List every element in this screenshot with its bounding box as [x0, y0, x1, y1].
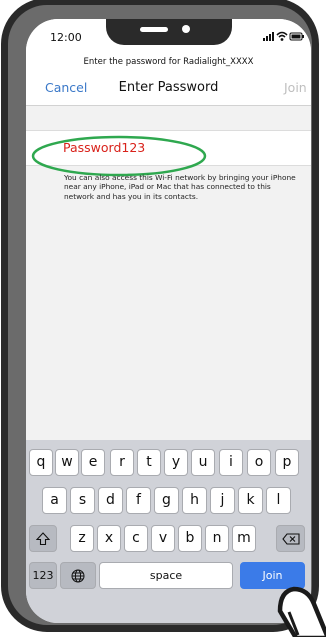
pointing-finger-icon	[277, 586, 326, 637]
phone-screen: 12:00 Enter the password for Radialight_…	[26, 19, 311, 623]
backspace-icon	[281, 533, 300, 545]
key-p[interactable]: p	[275, 449, 299, 476]
wifi-icon	[276, 31, 288, 41]
space-key[interactable]: space	[99, 562, 233, 589]
key-m[interactable]: m	[232, 525, 256, 552]
key-h[interactable]: h	[182, 487, 207, 514]
shift-arrow-icon	[35, 532, 51, 546]
key-e[interactable]: e	[81, 449, 105, 476]
key-g[interactable]: g	[154, 487, 179, 514]
numbers-key[interactable]: 123	[29, 562, 57, 589]
key-k[interactable]: k	[238, 487, 263, 514]
page-title: Enter Password	[118, 80, 219, 95]
help-text: You can also access this Wi-Fi network b…	[64, 173, 296, 201]
key-j[interactable]: j	[210, 487, 235, 514]
status-time: 12:00	[50, 31, 82, 44]
camera	[182, 25, 190, 33]
globe-key[interactable]	[60, 562, 96, 589]
key-n[interactable]: n	[205, 525, 229, 552]
battery-icon	[289, 32, 304, 41]
password-field[interactable]: Password123	[26, 130, 311, 166]
key-f[interactable]: f	[126, 487, 151, 514]
key-d[interactable]: d	[98, 487, 123, 514]
delete-key[interactable]	[276, 525, 305, 552]
network-prompt: Enter the password for Radialight_XXXX	[83, 57, 254, 67]
navigation-bar: Cancel Enter Password Join	[26, 78, 311, 100]
notch	[106, 19, 232, 45]
key-b[interactable]: b	[178, 525, 202, 552]
join-button[interactable]: Join	[284, 80, 307, 95]
cellular-signal-icon	[263, 32, 274, 41]
status-icons	[263, 31, 304, 41]
key-x[interactable]: x	[97, 525, 121, 552]
key-v[interactable]: v	[151, 525, 175, 552]
key-s[interactable]: s	[70, 487, 95, 514]
shift-key[interactable]	[29, 525, 57, 552]
key-i[interactable]: i	[219, 449, 243, 476]
password-value[interactable]: Password123	[63, 140, 145, 155]
key-a[interactable]: a	[42, 487, 67, 514]
header-divider	[26, 105, 311, 106]
key-q[interactable]: q	[29, 449, 53, 476]
keyboard: q w e r t y u i o p a s d f g h j k l z	[26, 440, 311, 623]
key-l[interactable]: l	[266, 487, 291, 514]
key-w[interactable]: w	[55, 449, 79, 476]
key-t[interactable]: t	[137, 449, 161, 476]
header-area: 12:00 Enter the password for Radialight_…	[26, 19, 311, 105]
speaker	[140, 27, 168, 32]
key-z[interactable]: z	[70, 525, 94, 552]
key-o[interactable]: o	[247, 449, 271, 476]
globe-icon	[71, 569, 85, 583]
key-u[interactable]: u	[191, 449, 215, 476]
phone-frame: 12:00 Enter the password for Radialight_…	[1, 0, 319, 632]
key-y[interactable]: y	[164, 449, 188, 476]
key-c[interactable]: c	[124, 525, 148, 552]
key-r[interactable]: r	[110, 449, 134, 476]
